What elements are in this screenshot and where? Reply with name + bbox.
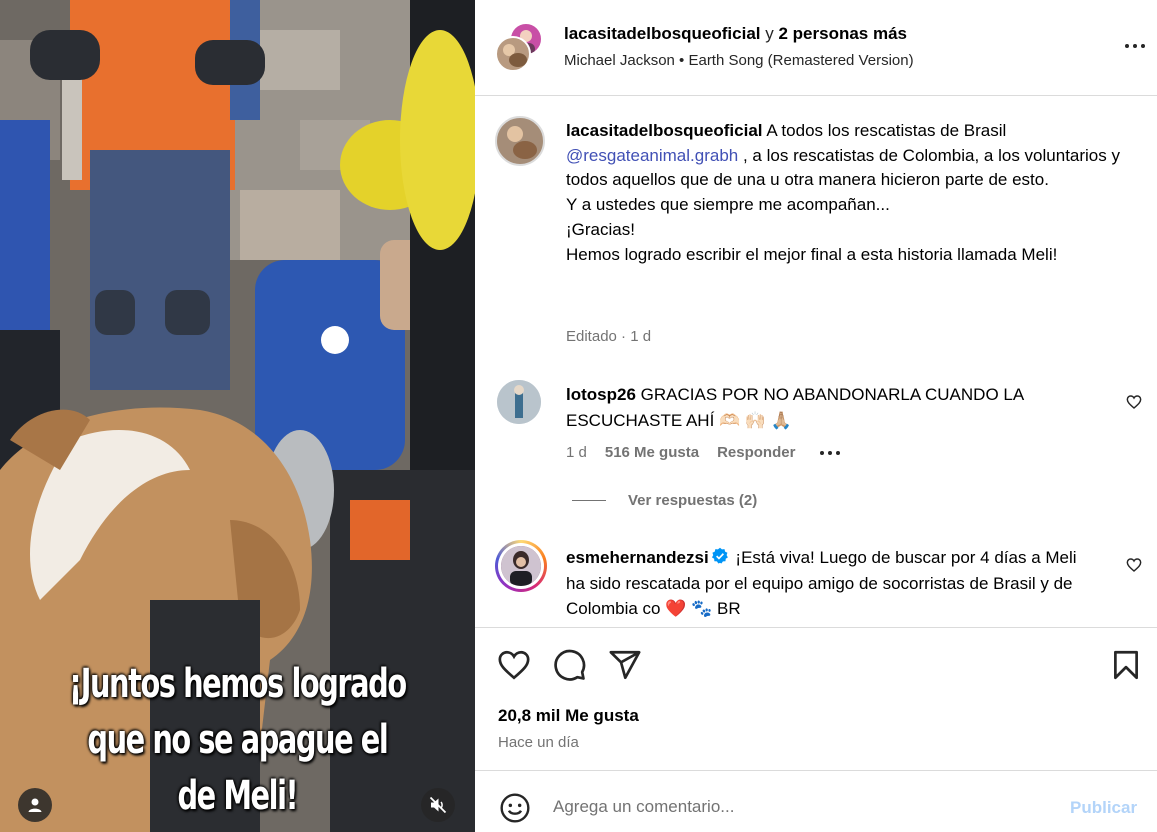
header-username[interactable]: lacasitadelbosqueoficial — [564, 24, 761, 43]
comment-likes[interactable]: 516 Me gusta — [605, 444, 699, 461]
header-connector: y — [765, 24, 774, 43]
caption-line-4: ¡Gracias! — [566, 219, 635, 239]
comment-meta: 1 d 516 Me gusta Responder — [566, 444, 841, 461]
save-bookmark-icon[interactable] — [1109, 648, 1143, 682]
comment-emojis: 🫶🏻 🙌🏻 🙏🏼 — [719, 410, 792, 430]
post-time: Hace un día — [498, 734, 579, 751]
emoji-icon[interactable] — [499, 792, 531, 824]
comment-input[interactable] — [553, 797, 1033, 817]
more-horizontal-icon[interactable] — [1123, 40, 1147, 52]
likes-count[interactable]: 20,8 mil Me gusta — [498, 706, 639, 726]
heart-icon[interactable] — [1126, 557, 1142, 573]
like-heart-icon[interactable] — [497, 648, 531, 682]
comment-time: 1 d — [566, 444, 587, 461]
post-actions: 20,8 mil Me gusta Hace un día — [475, 627, 1157, 770]
caption-username[interactable]: lacasitadelbosqueoficial — [566, 121, 763, 140]
heart-icon[interactable] — [1126, 394, 1142, 410]
view-replies-button[interactable]: Ver respuestas (2) — [572, 492, 757, 509]
caption-text: lacasitadelbosqueoficial A todos los res… — [566, 119, 1126, 267]
publish-button[interactable]: Publicar — [1070, 798, 1137, 818]
tagged-users-button[interactable] — [18, 788, 52, 822]
comment-text: esmehernandezsi ¡Está viva! Luego de bus… — [566, 545, 1086, 622]
speaker-muted-icon — [429, 796, 447, 814]
view-replies-label: Ver respuestas (2) — [628, 492, 758, 509]
post-header: lacasitadelbosqueoficial y 2 personas má… — [475, 0, 1157, 96]
share-paper-plane-icon[interactable] — [608, 648, 642, 682]
comment-text: lotosp26 GRACIAS POR NO ABANDONARLA CUAN… — [566, 382, 1086, 433]
post-media[interactable]: ¡Juntos hemos logrado que no se apague e… — [0, 0, 475, 832]
caption-mention[interactable]: @resgateanimal.grabh — [566, 146, 738, 165]
post-details-panel: lacasitadelbosqueoficial y 2 personas má… — [475, 0, 1157, 832]
avatar[interactable] — [497, 380, 541, 424]
collab-line: lacasitadelbosqueoficial y 2 personas má… — [564, 24, 907, 44]
mute-button[interactable] — [421, 788, 455, 822]
user-icon — [28, 798, 42, 812]
more-horizontal-icon[interactable] — [819, 450, 841, 456]
comment-bubble-icon[interactable] — [553, 648, 587, 682]
story-ring[interactable] — [495, 540, 547, 592]
comment-username[interactable]: esmehernandezsi — [566, 548, 709, 567]
reply-button[interactable]: Responder — [717, 444, 795, 461]
avatar — [495, 36, 531, 72]
verified-badge-icon — [711, 547, 728, 564]
audio-track[interactable]: Michael Jackson • Earth Song (Remastered… — [564, 52, 914, 69]
comment-username[interactable]: lotosp26 — [566, 385, 636, 404]
caption-line-3: Y a ustedes que siempre me acompañan... — [566, 195, 890, 215]
caption-text-1: A todos los rescatistas de Brasil — [766, 121, 1007, 140]
comment-emojis: ❤️ 🐾 BR — [665, 599, 741, 618]
caption-line-5: Hemos logrado escribir el mejor final a … — [566, 244, 1058, 264]
collab-avatars[interactable] — [495, 22, 545, 72]
caption-meta: Editado · 1 d — [566, 328, 652, 345]
avatar[interactable] — [495, 116, 545, 166]
comment-composer: Publicar — [475, 770, 1157, 832]
video-caption-line-1: ¡Juntos hemos logrado — [69, 661, 407, 707]
video-caption-line-2: que no se apague el de Meli! — [87, 717, 388, 819]
replies-divider — [572, 500, 606, 501]
header-others[interactable]: 2 personas más — [778, 24, 907, 43]
avatar — [501, 546, 541, 586]
